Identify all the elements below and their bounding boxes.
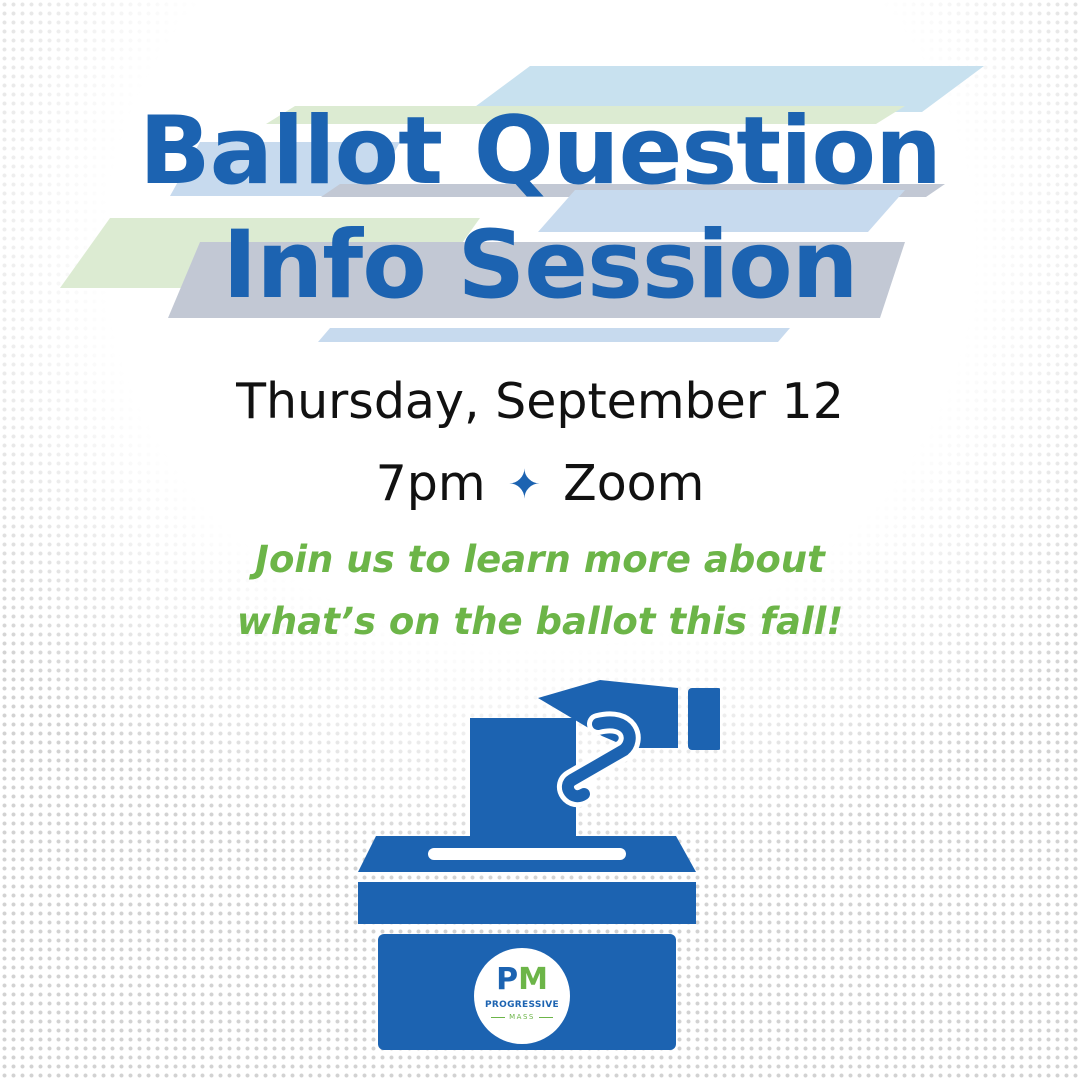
box-band [358, 882, 696, 924]
tagline-line-2: what’s on the ballot this fall! [236, 600, 844, 643]
event-date: Thursday, September 12 [236, 373, 844, 430]
ballot-slot [428, 848, 626, 860]
tagline-line-1: Join us to learn more about [255, 538, 825, 581]
title-line-2: Info Session [222, 211, 858, 320]
logo-name: PROGRESSIVE [485, 1000, 559, 1010]
sparkle-icon: ✦ [507, 462, 542, 508]
event-time-location: 7pm ✦ Zoom [0, 452, 1080, 517]
stripe-bottom-blue [318, 328, 790, 342]
logo-sub: MASS [474, 1013, 570, 1022]
poster: Ballot Question Info Session Thursday, S… [0, 0, 1080, 1080]
event-time: 7pm [375, 455, 486, 512]
hand-cuff [688, 688, 720, 750]
event-location: Zoom [563, 455, 705, 512]
progressive-mass-logo: PM PROGRESSIVE MASS [474, 948, 570, 1044]
logo-mark: PM [496, 962, 548, 997]
title-line-1: Ballot Question [139, 97, 942, 206]
